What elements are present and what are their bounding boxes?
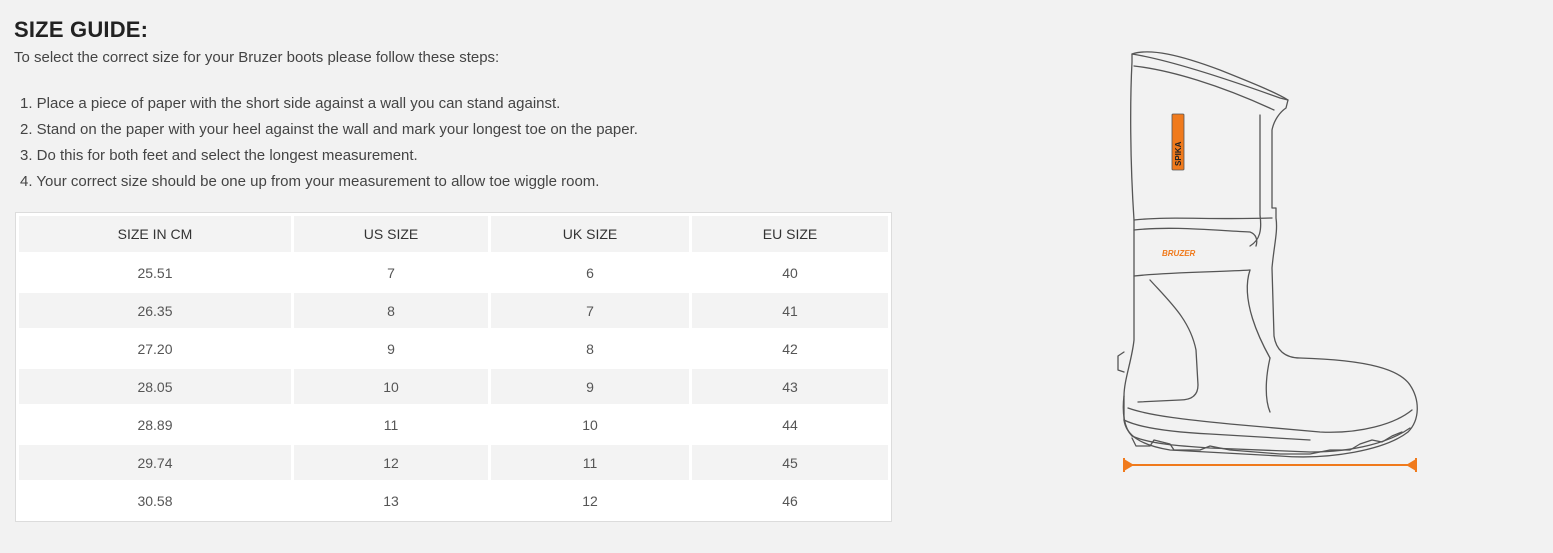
size-steps-list: 1. Place a piece of paper with the short… bbox=[20, 93, 638, 197]
cell-eu-size: 40 bbox=[692, 255, 888, 290]
cell-size-cm: 29.74 bbox=[19, 445, 291, 480]
table-row: 25.51 7 6 40 bbox=[19, 255, 888, 290]
cell-eu-size: 44 bbox=[692, 407, 888, 442]
cell-us-size: 12 bbox=[294, 445, 488, 480]
boot-illustration: SPIKA BRUZER bbox=[1110, 40, 1430, 480]
cell-uk-size: 8 bbox=[491, 331, 689, 366]
boot-band bbox=[1133, 217, 1273, 221]
step-item: 3. Do this for both feet and select the … bbox=[20, 147, 418, 164]
size-chart-table: SIZE IN CM US SIZE UK SIZE EU SIZE 25.51… bbox=[15, 212, 892, 522]
table-row: 27.20 9 8 42 bbox=[19, 331, 888, 366]
cell-eu-size: 43 bbox=[692, 369, 888, 404]
header-size-cm: SIZE IN CM bbox=[19, 216, 291, 252]
size-guide-page: SIZE GUIDE: To select the correct size f… bbox=[0, 0, 1553, 553]
cell-us-size: 8 bbox=[294, 293, 488, 328]
cell-size-cm: 27.20 bbox=[19, 331, 291, 366]
cell-uk-size: 7 bbox=[491, 293, 689, 328]
step-item: 1. Place a piece of paper with the short… bbox=[20, 95, 561, 112]
boot-drawing: SPIKA BRUZER bbox=[1117, 51, 1418, 472]
cell-uk-size: 12 bbox=[491, 483, 689, 518]
band-label: BRUZER bbox=[1162, 249, 1196, 258]
cell-uk-size: 9 bbox=[491, 369, 689, 404]
table-row: 26.35 8 7 41 bbox=[19, 293, 888, 328]
cell-size-cm: 26.35 bbox=[19, 293, 291, 328]
cell-us-size: 10 bbox=[294, 369, 488, 404]
table-row: 30.58 13 12 46 bbox=[19, 483, 888, 518]
cell-eu-size: 41 bbox=[692, 293, 888, 328]
cell-size-cm: 30.58 bbox=[19, 483, 291, 518]
step-item: 2. Stand on the paper with your heel aga… bbox=[20, 121, 638, 138]
cell-us-size: 9 bbox=[294, 331, 488, 366]
header-us-size: US SIZE bbox=[294, 216, 488, 252]
cell-eu-size: 42 bbox=[692, 331, 888, 366]
cell-us-size: 13 bbox=[294, 483, 488, 518]
table-row: 29.74 12 11 45 bbox=[19, 445, 888, 480]
shaft-label: SPIKA bbox=[1171, 113, 1185, 171]
table-row: 28.05 10 9 43 bbox=[19, 369, 888, 404]
cell-uk-size: 10 bbox=[491, 407, 689, 442]
header-eu-size: EU SIZE bbox=[692, 216, 888, 252]
cell-uk-size: 6 bbox=[491, 255, 689, 290]
table-row: 28.89 11 10 44 bbox=[19, 407, 888, 442]
cell-size-cm: 28.89 bbox=[19, 407, 291, 442]
size-guide-title: SIZE GUIDE: bbox=[14, 17, 149, 42]
cell-eu-size: 45 bbox=[692, 445, 888, 480]
step-item: 4. Your correct size should be one up fr… bbox=[20, 173, 600, 190]
size-guide-intro: To select the correct size for your Bruz… bbox=[14, 49, 500, 66]
table-header-row: SIZE IN CM US SIZE UK SIZE EU SIZE bbox=[19, 216, 888, 252]
cell-size-cm: 25.51 bbox=[19, 255, 291, 290]
cell-us-size: 11 bbox=[294, 407, 488, 442]
length-measure-arrow bbox=[1123, 458, 1417, 472]
cell-size-cm: 28.05 bbox=[19, 369, 291, 404]
svg-text:SPIKA: SPIKA bbox=[1174, 141, 1183, 166]
header-uk-size: UK SIZE bbox=[491, 216, 689, 252]
cell-us-size: 7 bbox=[294, 255, 488, 290]
cell-eu-size: 46 bbox=[692, 483, 888, 518]
cell-uk-size: 11 bbox=[491, 445, 689, 480]
